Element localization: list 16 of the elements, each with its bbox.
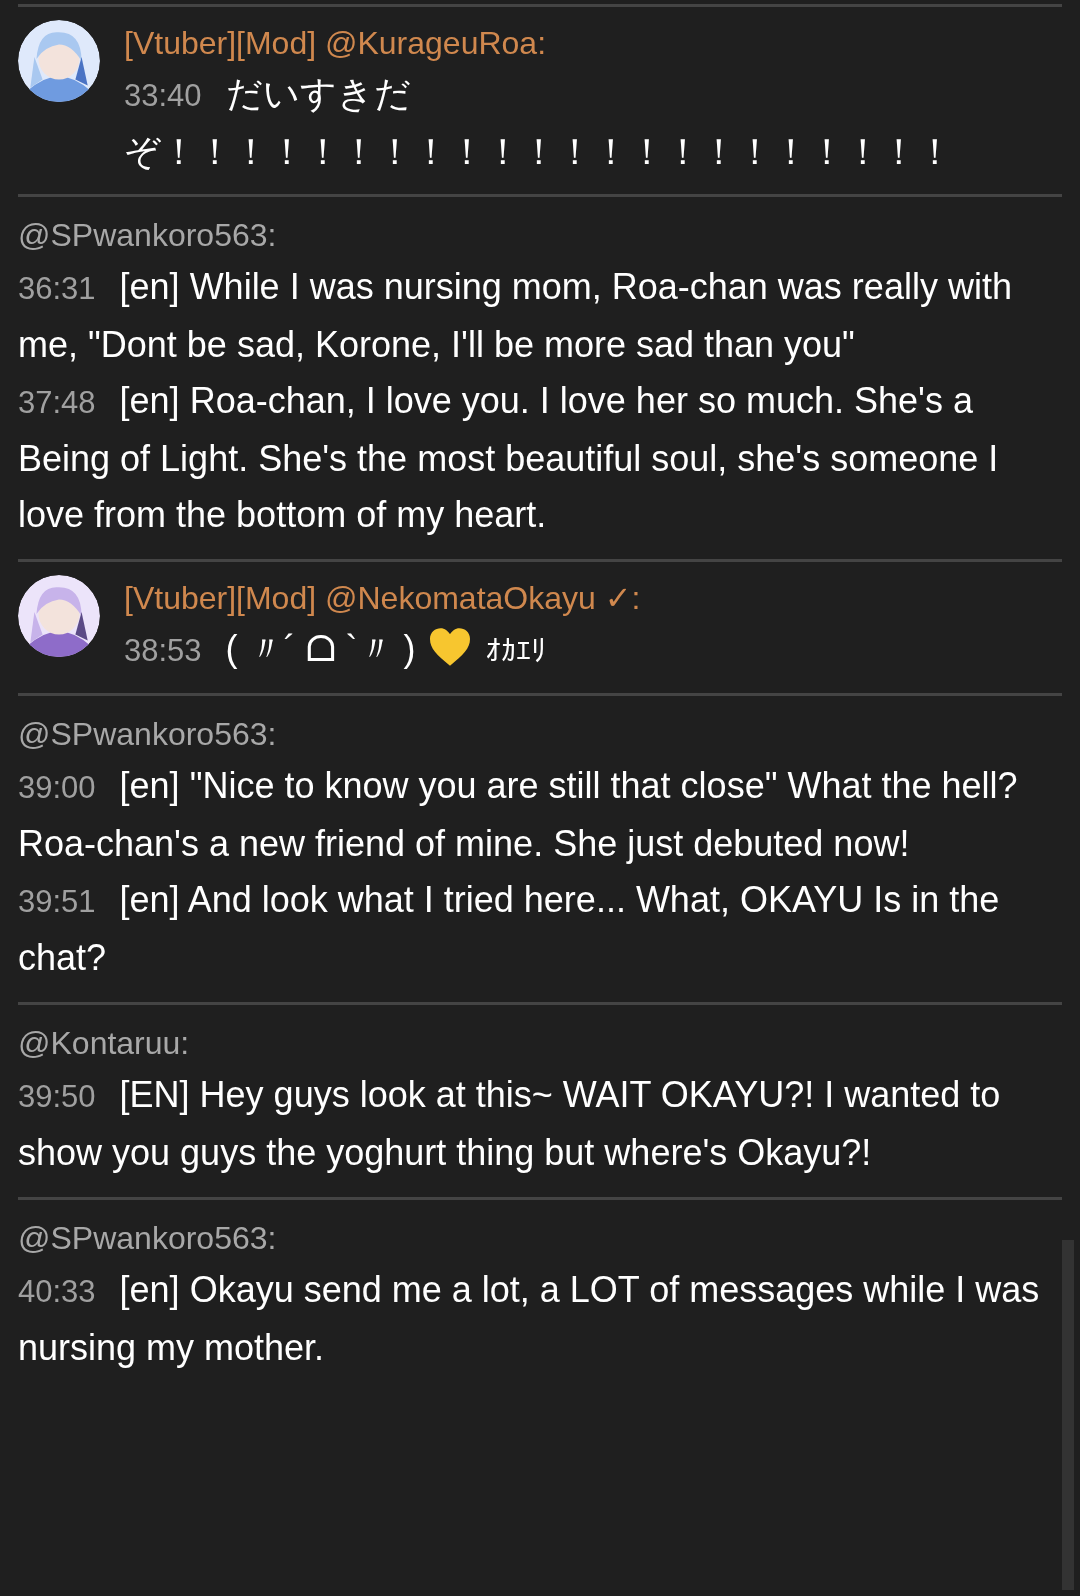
chat-message: 39:00 [en] "Nice to know you are still that close" What the hell? Roa-chan's a new friend of mine. She just debuted now! bbox=[18, 764, 1019, 866]
chat-message: 40:33 [en] Okayu send me a lot, a LOT of messages while I was nursing my mother. bbox=[18, 1268, 1041, 1370]
chat-message: 39:51 [en] And look what I tried here... What, OKAYU Is in the chat? bbox=[18, 878, 1001, 980]
author-name[interactable]: @SPwankoro563: bbox=[18, 710, 1062, 758]
timestamp: 38:53 bbox=[124, 633, 202, 668]
author-name[interactable]: [Vtuber][Mod] @KurageuRoa: bbox=[124, 20, 1062, 66]
chat-message: 37:48 [en] Roa-chan, I love you. I love her so much. She's a Being of Light. She's the most beautiful soul, she's someone I love from the bottom of my heart. bbox=[18, 379, 1000, 537]
chat-message: 36:31 [en] While I was nursing mom, Roa-chan was really with me, "Dont be sad, Korone, I'll be more sad than you" bbox=[18, 265, 1013, 367]
chat-message: 33:40 だいすきだぞ！！！！！！！！！！！！！！！！！！！！！！ bbox=[124, 72, 954, 174]
chat-message: 39:50 [EN] Hey guys look at this~ WAIT OKAYU?! I wanted to show you guys the yoghurt thing but where's Okayu?! bbox=[18, 1073, 1002, 1175]
message-text: ( 〃´ ᗝ `〃 ) bbox=[225, 628, 416, 669]
message-text: ｵｶｴﾘ bbox=[485, 634, 546, 667]
author-name[interactable]: @SPwankoro563: bbox=[18, 1214, 1062, 1262]
author-name[interactable]: [Vtuber][Mod] @NekomataOkayu ✓: bbox=[124, 575, 1062, 621]
author-name[interactable]: @Kontaruu: bbox=[18, 1019, 1062, 1067]
author-name[interactable]: @SPwankoro563: bbox=[18, 211, 1062, 259]
